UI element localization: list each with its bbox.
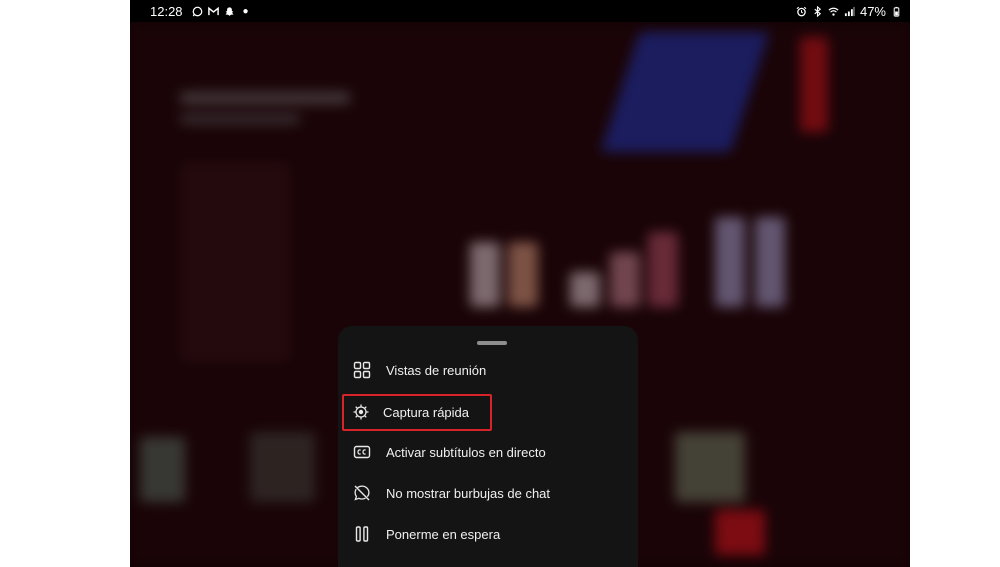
menu-item-label: Activar subtítulos en directo [386, 444, 546, 460]
status-left: 12:28 ● [150, 4, 249, 19]
snapchat-icon [225, 6, 234, 16]
device-screen: 12:28 ● 47% Vistas de reunión Captura rá… [130, 0, 910, 567]
status-time: 12:28 [150, 3, 183, 19]
drag-handle[interactable] [477, 341, 507, 345]
gmail-icon [207, 6, 219, 15]
status-bar: 12:28 ● 47% [130, 0, 910, 22]
whatsapp-icon [192, 6, 202, 16]
battery-percentage: 47% [859, 3, 886, 19]
menu-item-live-captions[interactable]: Activar subtítulos en directo [338, 435, 638, 469]
status-right: 47% [796, 4, 902, 19]
menu-item-label: Ponerme en espera [386, 526, 501, 542]
alarm-icon [796, 6, 807, 16]
signal-icon [844, 6, 855, 16]
menu-item-put-on-hold[interactable]: Ponerme en espera [338, 517, 638, 551]
pause-icon [352, 524, 372, 544]
bluetooth-icon [814, 5, 822, 17]
highlight-box [342, 394, 492, 431]
bottom-sheet-menu: Vistas de reunión Captura rápida Activar… [338, 326, 638, 567]
menu-item-label: Vistas de reunión [386, 362, 487, 378]
battery-icon [893, 6, 900, 17]
menu-item-meeting-views[interactable]: Vistas de reunión [338, 353, 638, 387]
chat-off-icon [352, 483, 372, 503]
menu-item-hide-chat-bubbles[interactable]: No mostrar burbujas de chat [338, 476, 638, 510]
grid-icon [352, 360, 372, 380]
captions-icon [352, 442, 372, 462]
menu-item-label: No mostrar burbujas de chat [386, 485, 551, 501]
wifi-icon [828, 7, 839, 16]
notification-dot: ● [242, 5, 249, 17]
